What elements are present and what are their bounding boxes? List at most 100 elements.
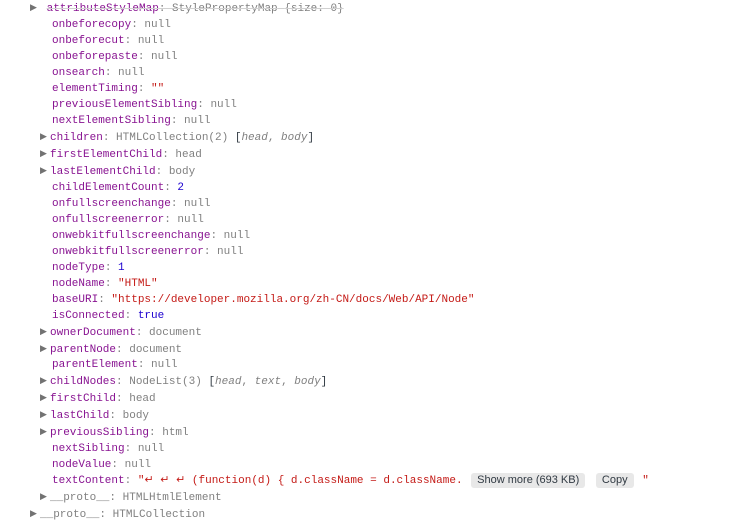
prop-key: children [50, 132, 103, 144]
collection-item: head [215, 376, 241, 388]
prop-row-onwebkitfullscreenerror[interactable]: onwebkitfullscreenerror: null [4, 244, 743, 260]
prop-row-nextSibling[interactable]: nextSibling: null [4, 441, 743, 457]
prop-value: "HTML" [118, 278, 158, 290]
prop-key: onbeforepaste [52, 51, 138, 63]
prop-value: document [129, 343, 182, 355]
prop-detail: {size: 0} [284, 3, 343, 15]
prop-row-ownerDocument[interactable]: ▶ownerDocument: document [4, 324, 743, 341]
expand-arrow-icon[interactable]: ▶ [30, 506, 40, 522]
expand-arrow-icon[interactable]: ▶ [40, 373, 50, 389]
prop-value: 1 [118, 262, 125, 274]
prop-row-lastElementChild[interactable]: ▶lastElementChild: body [4, 163, 743, 180]
prop-key: nodeType [52, 262, 105, 274]
expand-arrow-icon[interactable]: ▶ [40, 129, 50, 145]
prop-key: nextSibling [52, 443, 125, 455]
prop-row-previousElementSibling[interactable]: previousElementSibling: null [4, 97, 743, 113]
prop-value: null [151, 359, 177, 371]
prop-key: onwebkitfullscreenchange [52, 230, 210, 242]
prop-row-previousSibling[interactable]: ▶previousSibling: html [4, 424, 743, 441]
prop-row-childElementCount[interactable]: childElementCount: 2 [4, 180, 743, 196]
prop-key: baseURI [52, 294, 98, 306]
prop-row-children[interactable]: ▶children: HTMLCollection(2) [head, body… [4, 129, 743, 146]
prop-key: nodeName [52, 278, 105, 290]
prop-key: onbeforecopy [52, 19, 131, 31]
prop-row-attributeStyleMap[interactable]: ▶ attributeStyleMap: StylePropertyMap {s… [4, 0, 743, 17]
prop-row-onbeforepaste[interactable]: onbeforepaste: null [4, 49, 743, 65]
copy-button[interactable]: Copy [596, 473, 634, 488]
prop-value: null [217, 246, 243, 258]
prop-row-onfullscreenerror[interactable]: onfullscreenerror: null [4, 212, 743, 228]
prop-key: nextElementSibling [52, 115, 171, 127]
prop-key: childNodes [50, 376, 116, 388]
proto-key: __proto__ [40, 509, 99, 521]
prop-row-baseURI[interactable]: baseURI: "https://developer.mozilla.org/… [4, 292, 743, 308]
expand-arrow-icon[interactable]: ▶ [40, 407, 50, 423]
prop-row-parentNode[interactable]: ▶parentNode: document [4, 341, 743, 358]
prop-key: isConnected [52, 310, 125, 322]
show-more-button[interactable]: Show more (693 KB) [471, 473, 585, 488]
quote-close: " [642, 475, 649, 487]
prop-key: lastElementChild [50, 166, 156, 178]
prop-row-nodeValue[interactable]: nodeValue: null [4, 457, 743, 473]
prop-row-nodeType[interactable]: nodeType: 1 [4, 260, 743, 276]
prop-row-onbeforecopy[interactable]: onbeforecopy: null [4, 17, 743, 33]
prop-value: null [151, 51, 177, 63]
prop-value: null [144, 19, 170, 31]
proto-list: ▶__proto__: HTMLHtmlElement▶__proto__: H… [4, 489, 743, 523]
prop-row-onfullscreenchange[interactable]: onfullscreenchange: null [4, 196, 743, 212]
prop-row-nextElementSibling[interactable]: nextElementSibling: null [4, 113, 743, 129]
prop-key: lastChild [50, 410, 109, 422]
prop-value: head [129, 393, 155, 405]
prop-value: NodeList(3) [129, 376, 202, 388]
collection-item: text [255, 376, 281, 388]
console-object-tree: ▶ attributeStyleMap: StylePropertyMap {s… [0, 0, 747, 523]
prop-row-isConnected[interactable]: isConnected: true [4, 308, 743, 324]
proto-row[interactable]: ▶__proto__: HTMLHtmlElement [4, 489, 743, 506]
prop-row-onsearch[interactable]: onsearch: null [4, 65, 743, 81]
proto-key: __proto__ [50, 492, 109, 504]
prop-key: textContent [52, 475, 125, 487]
prop-value: document [149, 327, 202, 339]
prop-row-firstElementChild[interactable]: ▶firstElementChild: head [4, 146, 743, 163]
proto-row[interactable]: ▶__proto__: HTMLCollection [4, 506, 743, 523]
prop-key: onfullscreenchange [52, 198, 171, 210]
expand-arrow-icon[interactable]: ▶ [40, 424, 50, 440]
prop-value: null [184, 198, 210, 210]
prop-value: null [210, 99, 236, 111]
prop-value: null [118, 67, 144, 79]
expand-arrow-icon[interactable]: ▶ [40, 341, 50, 357]
expand-arrow-icon[interactable]: ▶ [40, 163, 50, 179]
prop-row-onbeforecut[interactable]: onbeforecut: null [4, 33, 743, 49]
prop-row-firstChild[interactable]: ▶firstChild: head [4, 390, 743, 407]
expand-arrow-icon[interactable]: ▶ [40, 489, 50, 505]
prop-row-textContent[interactable]: textContent: "↵ ↵ ↵ (function(d) { d.cla… [4, 473, 743, 489]
expand-arrow-icon[interactable]: ▶ [40, 324, 50, 340]
prop-row-nodeName[interactable]: nodeName: "HTML" [4, 276, 743, 292]
prop-value: null [224, 230, 250, 242]
expand-arrow-icon[interactable]: ▶ [40, 390, 50, 406]
prop-row-lastChild[interactable]: ▶lastChild: body [4, 407, 743, 424]
property-list: onbeforecopy: nullonbeforecut: nullonbef… [4, 17, 743, 473]
prop-key: childElementCount [52, 182, 164, 194]
prop-key: firstElementChild [50, 149, 162, 161]
prop-key: parentElement [52, 359, 138, 371]
prop-key: previousElementSibling [52, 99, 197, 111]
prop-value: head [175, 149, 201, 161]
prop-value: "" [151, 83, 164, 95]
prop-row-elementTiming[interactable]: elementTiming: "" [4, 81, 743, 97]
prop-key: nodeValue [52, 459, 111, 471]
prop-row-parentElement[interactable]: parentElement: null [4, 357, 743, 373]
prop-key: elementTiming [52, 83, 138, 95]
prop-row-childNodes[interactable]: ▶childNodes: NodeList(3) [head, text, bo… [4, 373, 743, 390]
prop-value: body [169, 166, 195, 178]
prop-row-onwebkitfullscreenchange[interactable]: onwebkitfullscreenchange: null [4, 228, 743, 244]
expand-arrow-icon[interactable]: ▶ [40, 146, 50, 162]
text-snippet: (function(d) { d.className = d.className… [192, 475, 463, 487]
prop-key: attributeStyleMap [47, 3, 159, 15]
prop-key: ownerDocument [50, 327, 136, 339]
prop-key: firstChild [50, 393, 116, 405]
proto-value: HTMLCollection [113, 509, 205, 521]
prop-value: null [177, 214, 203, 226]
prop-value: null [125, 459, 151, 471]
expand-arrow-icon[interactable]: ▶ [30, 0, 40, 16]
